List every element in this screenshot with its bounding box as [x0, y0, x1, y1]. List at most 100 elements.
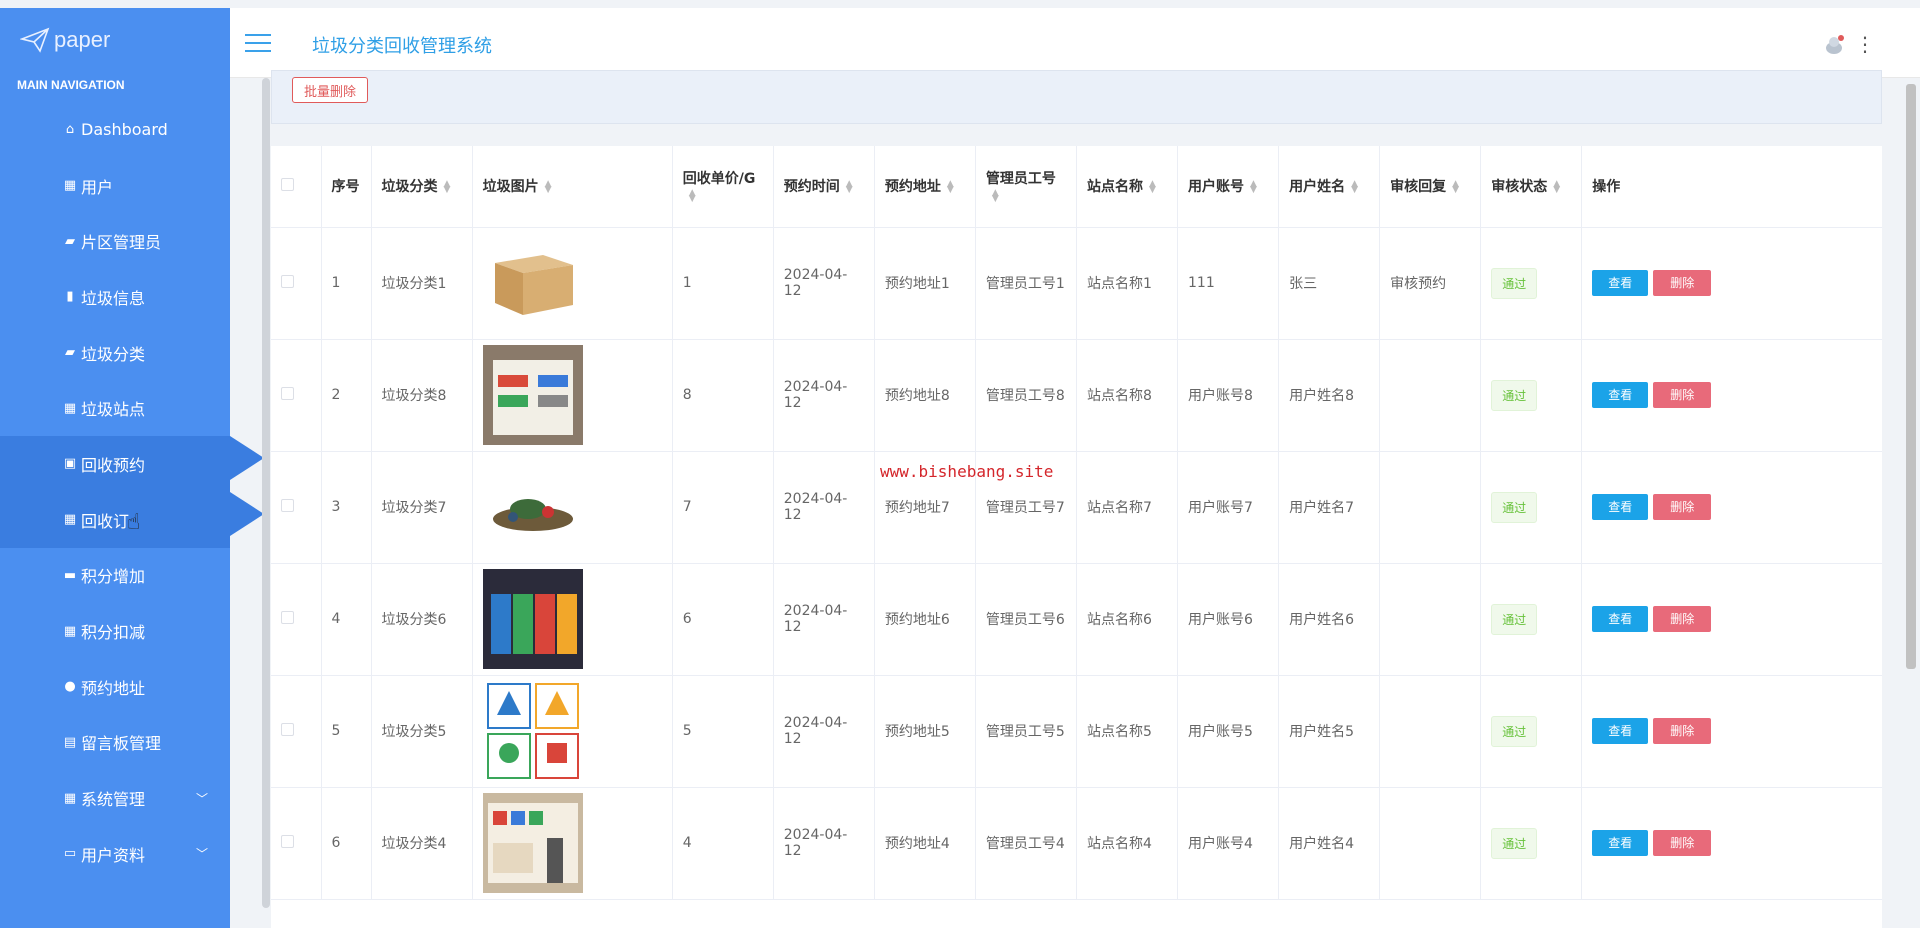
- sidebar-item[interactable]: ● 预约地址: [0, 659, 230, 715]
- row-checkbox[interactable]: [281, 498, 294, 512]
- sort-icon[interactable]: ▲ ▼: [1553, 180, 1560, 195]
- view-button[interactable]: 查看: [1592, 606, 1649, 632]
- sort-icon[interactable]: ▲ ▼: [846, 180, 853, 195]
- briefcase-icon: ▣: [63, 456, 77, 472]
- table-row[interactable]: 1 垃圾分类1 1 2024-04-12 预约地址1 管理员工号1 站点名称1 111 张三 审核…: [271, 227, 1882, 340]
- sort-icon[interactable]: ▲ ▼: [689, 189, 696, 204]
- column-header[interactable]: 审核状态 ▲ ▼: [1480, 146, 1583, 228]
- sidebar-item-label: 回收订: [81, 511, 130, 531]
- select-all-checkbox[interactable]: [281, 177, 294, 191]
- watermark: www.bishebang.site: [880, 462, 1054, 481]
- view-button[interactable]: 查看: [1592, 494, 1649, 520]
- sort-icon[interactable]: ▲ ▼: [1250, 180, 1257, 195]
- batch-delete-button[interactable]: 批量删除: [292, 77, 369, 103]
- hand-cursor-icon: ☝: [127, 510, 141, 535]
- row-select-cell: [271, 339, 322, 452]
- sidebar-item[interactable]: ▦ 垃圾站点: [0, 380, 230, 436]
- cell-image: [472, 787, 673, 900]
- row-select-cell: [271, 675, 322, 788]
- sidebar-item[interactable]: ▮ 垃圾信息: [0, 269, 230, 325]
- main-scrollbar[interactable]: [1906, 84, 1916, 669]
- table-row[interactable]: 5 垃圾分类5 5 2024-04-12 预约地址5 管理员工号5 站点名称5 用户账号5 用户…: [271, 675, 1882, 788]
- view-button[interactable]: 查看: [1592, 270, 1649, 296]
- sort-icon[interactable]: ▲ ▼: [947, 180, 954, 195]
- cell-status: 通过: [1480, 339, 1583, 452]
- sidebar-item[interactable]: ▰ 垃圾分类: [0, 325, 230, 381]
- table-row[interactable]: 2 垃圾分类8 8 2024-04-12 预约地址8 管理员工号8 站点名称8 用户账号8 用户…: [271, 339, 1882, 452]
- waste-image: [482, 569, 583, 669]
- menu-toggle-icon[interactable]: [245, 34, 271, 54]
- cell-admin: 管理员工号8: [975, 339, 1077, 452]
- column-header-label: 用户账号: [1188, 179, 1245, 196]
- column-header[interactable]: 管理员工号▲ ▼: [975, 146, 1077, 228]
- sort-icon[interactable]: ▲ ▼: [992, 189, 999, 204]
- sort-icon[interactable]: ▲ ▼: [1149, 180, 1156, 195]
- more-vertical-icon[interactable]: ⋮: [1855, 32, 1875, 56]
- cell-account: 用户账号6: [1177, 563, 1280, 676]
- sidebar-scrollbar[interactable]: [262, 78, 270, 908]
- sidebar-item[interactable]: ▦ 回收订: [0, 491, 264, 548]
- cell-reply: [1379, 787, 1482, 900]
- column-header[interactable]: 垃圾图片 ▲ ▼: [472, 146, 673, 228]
- view-button[interactable]: 查看: [1592, 830, 1649, 856]
- sidebar-item-label: 片区管理员: [81, 233, 162, 253]
- grid-icon: ▦: [63, 178, 77, 194]
- column-header[interactable]: 用户账号 ▲ ▼: [1177, 146, 1280, 228]
- logo[interactable]: paper: [0, 8, 230, 72]
- sidebar-item-label: 积分扣减: [81, 623, 146, 643]
- sidebar-item[interactable]: ▣ 回收预约: [0, 436, 264, 492]
- cell-station: 站点名称5: [1076, 675, 1179, 788]
- sidebar-item[interactable]: ▦ 用户: [0, 158, 230, 214]
- column-header-label: 审核回复: [1390, 179, 1447, 196]
- table-row[interactable]: 6 垃圾分类4 4 2024-04-12 预约地址4 管理员工号4 站点名称4 用户账号4 用户…: [271, 787, 1882, 900]
- view-button[interactable]: 查看: [1592, 718, 1649, 744]
- cell-image: [472, 675, 673, 788]
- sidebar-item[interactable]: ▰ 片区管理员: [0, 213, 230, 269]
- sidebar-item[interactable]: ▦ 积分扣减: [0, 603, 230, 659]
- sort-icon[interactable]: ▲ ▼: [444, 180, 451, 195]
- delete-button[interactable]: 删除: [1653, 830, 1712, 856]
- row-checkbox[interactable]: [281, 610, 294, 624]
- row-checkbox[interactable]: [281, 274, 294, 288]
- delete-button[interactable]: 删除: [1653, 270, 1712, 296]
- sidebar-item-label: 积分增加: [81, 567, 146, 587]
- column-header[interactable]: 用户姓名 ▲ ▼: [1278, 146, 1381, 228]
- cell-actions: 查看 删除: [1581, 563, 1882, 676]
- row-checkbox[interactable]: [281, 386, 294, 400]
- column-header[interactable]: 审核回复 ▲ ▼: [1379, 146, 1482, 228]
- column-header[interactable]: 预约时间 ▲ ▼: [773, 146, 875, 228]
- table-row[interactable]: 4 垃圾分类6 6 2024-04-12 预约地址6 管理员工号6 站点名称6 用户账号6 用户…: [271, 563, 1882, 676]
- sidebar-item[interactable]: ▭ 用户资料 ﹀: [0, 826, 230, 882]
- row-checkbox[interactable]: [281, 834, 294, 848]
- sort-icon[interactable]: ▲ ▼: [1452, 180, 1459, 195]
- cell-account: 用户账号8: [1177, 339, 1280, 452]
- sidebar-item[interactable]: ▦ 系统管理 ﹀: [0, 770, 230, 826]
- row-select-cell: [271, 227, 322, 340]
- sidebar-item[interactable]: ▤ 留言板管理: [0, 715, 230, 771]
- sort-icon[interactable]: ▲ ▼: [545, 180, 552, 195]
- card-icon: ▭: [63, 846, 77, 862]
- column-header[interactable]: 回收单价/G▲ ▼: [672, 146, 774, 228]
- cell-station: 站点名称4: [1076, 787, 1179, 900]
- cell-address: 预约地址1: [874, 227, 976, 340]
- delete-button[interactable]: 删除: [1653, 494, 1712, 520]
- sidebar-item[interactable]: ⌂ Dashboard: [0, 102, 230, 158]
- grid-icon: ▦: [63, 623, 77, 639]
- column-header[interactable]: 垃圾分类 ▲ ▼: [371, 146, 473, 228]
- column-header[interactable]: 站点名称 ▲ ▼: [1076, 146, 1179, 228]
- delete-button[interactable]: 删除: [1653, 382, 1712, 408]
- delete-button[interactable]: 删除: [1653, 606, 1712, 632]
- view-button[interactable]: 查看: [1592, 382, 1649, 408]
- cell-account: 用户账号7: [1177, 451, 1280, 564]
- sidebar-item[interactable]: ▬ 积分增加: [0, 548, 230, 604]
- column-header: 操作: [1581, 146, 1882, 228]
- cell-category: 垃圾分类4: [371, 787, 473, 900]
- delete-button[interactable]: 删除: [1653, 718, 1712, 744]
- column-header[interactable]: 预约地址 ▲ ▼: [874, 146, 976, 228]
- row-checkbox[interactable]: [281, 722, 294, 736]
- avatar[interactable]: [1822, 32, 1848, 58]
- table-row[interactable]: 3 垃圾分类7 7 2024-04-12 预约地址7 管理员工号7 站点名称7 用户账号7 用户…: [271, 451, 1882, 564]
- column-header-label: 垃圾图片: [482, 179, 539, 196]
- sort-icon[interactable]: ▲ ▼: [1351, 180, 1358, 195]
- cell-status: 通过: [1480, 675, 1583, 788]
